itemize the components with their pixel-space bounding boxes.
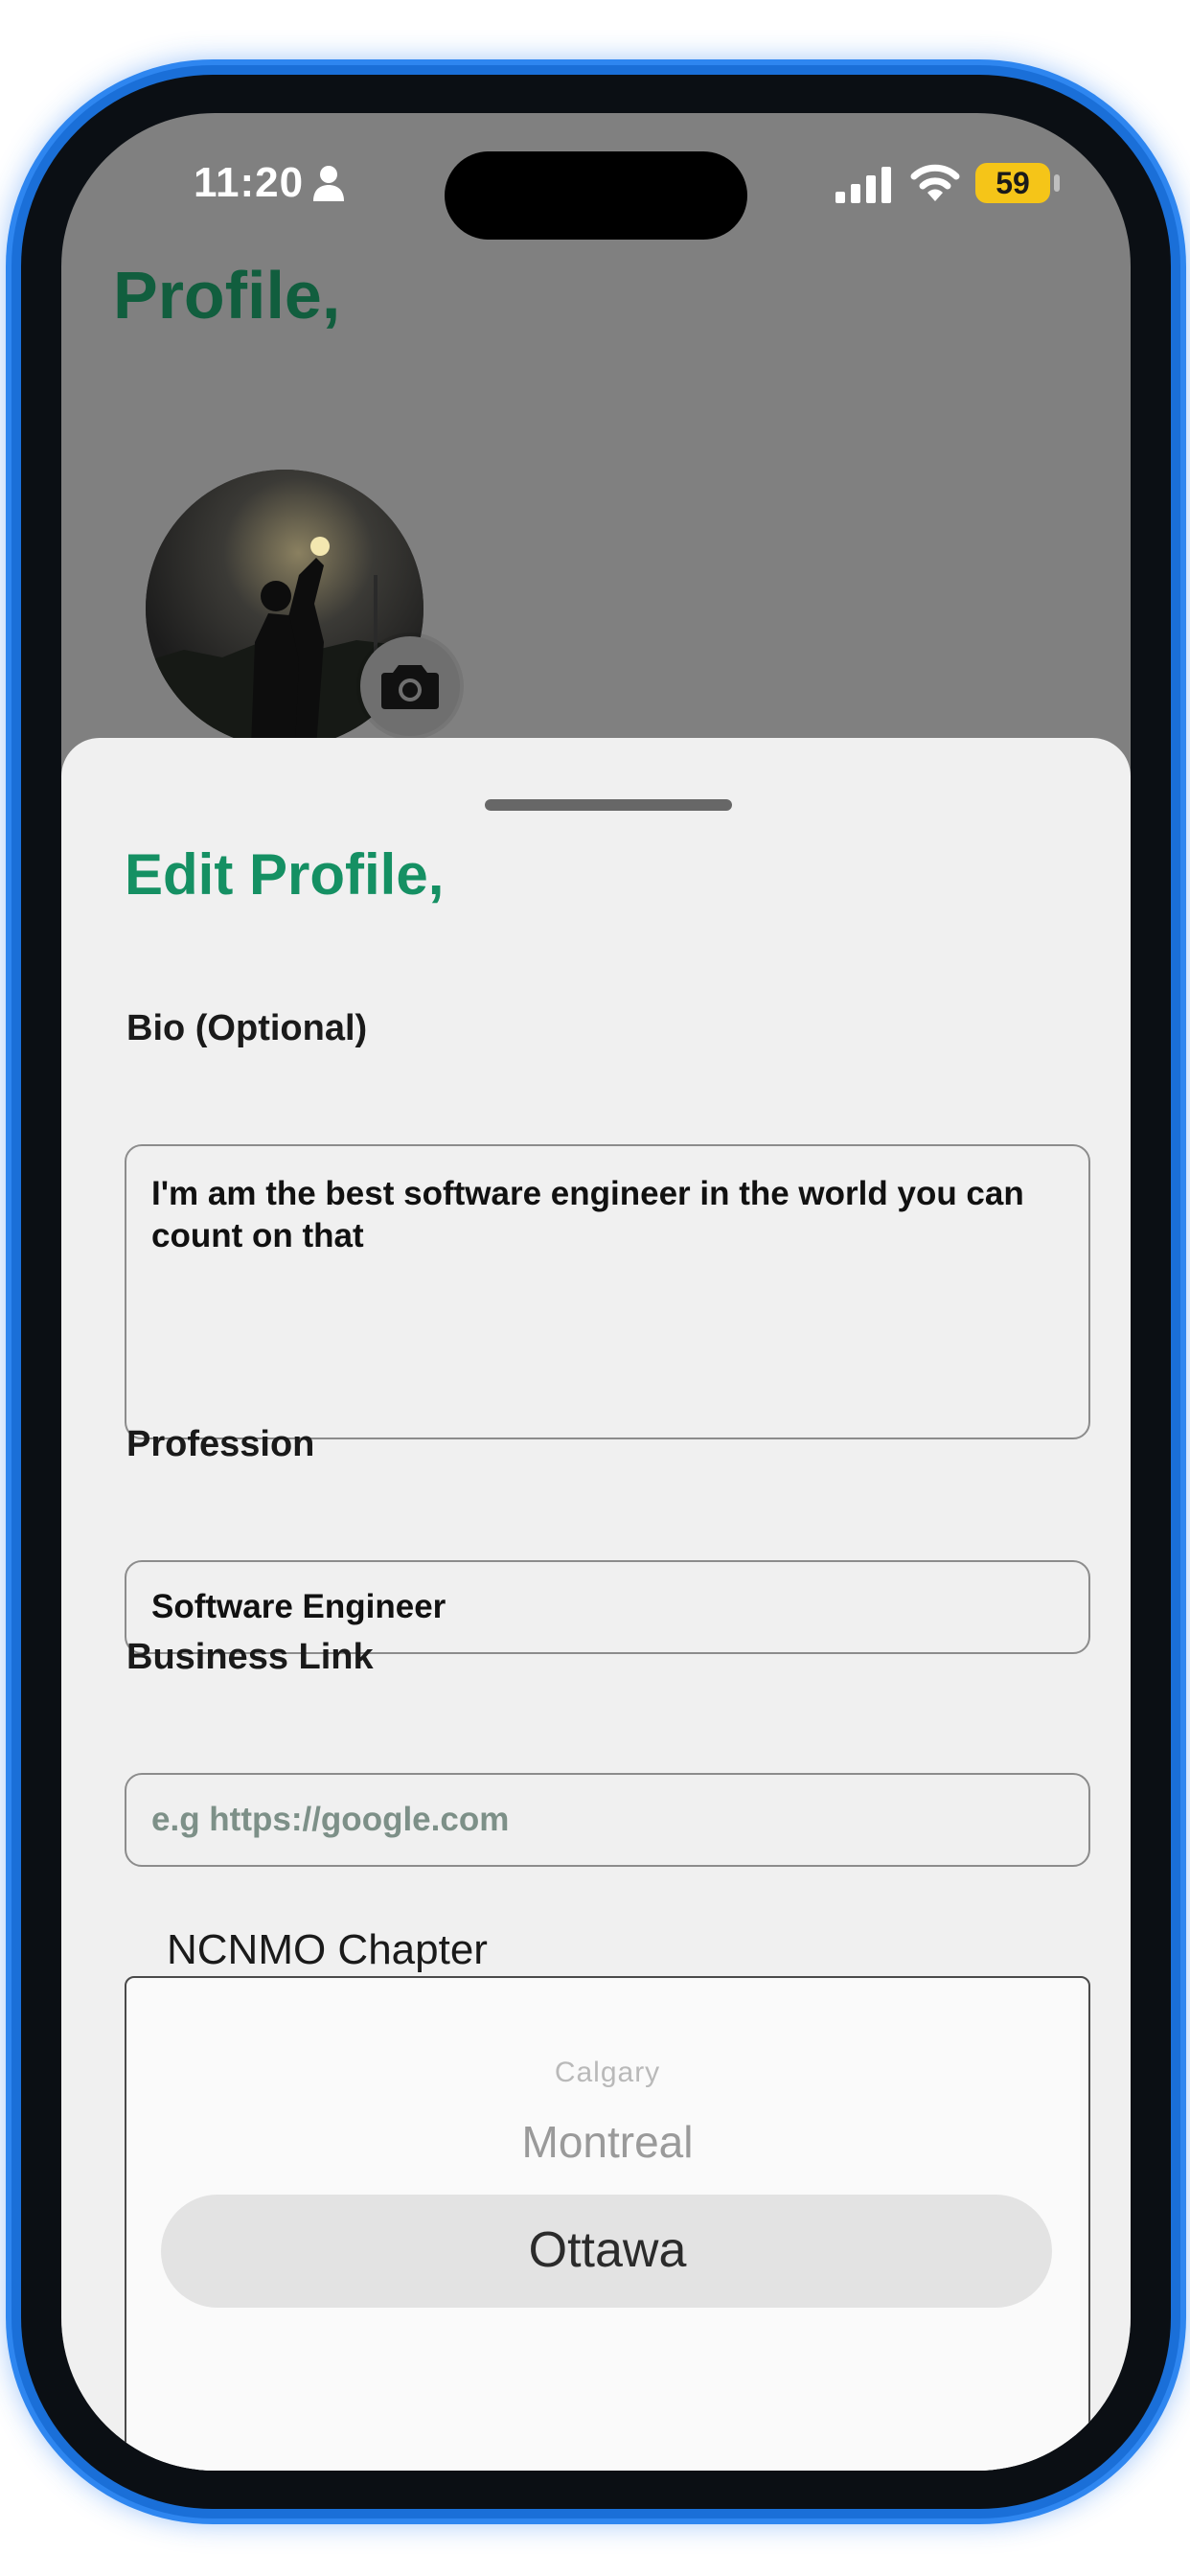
phone-screen: 11:20 59 Profile, Edit Profile, Bio (Opt…: [61, 113, 1131, 2471]
signal-icon: [835, 167, 891, 203]
status-bar: 11:20 59: [61, 113, 1131, 257]
chapter-label: NCNMO Chapter: [149, 1926, 505, 1974]
camera-icon: [381, 665, 439, 709]
page-title: Profile,: [113, 258, 341, 333]
wifi-icon: [910, 164, 960, 201]
business-link-label: Business Link: [126, 1637, 374, 1677]
battery-indicator: 59: [975, 163, 1050, 203]
bio-label: Bio (Optional): [126, 1008, 368, 1048]
edit-profile-sheet: Edit Profile, Bio (Optional) I'm am the …: [61, 738, 1131, 2471]
business-link-input[interactable]: e.g https://google.com: [125, 1773, 1090, 1867]
person-icon: [313, 166, 344, 201]
bio-textarea[interactable]: I'm am the best software engineer in the…: [125, 1144, 1090, 1439]
change-photo-button[interactable]: [360, 636, 460, 736]
battery-tip: [1054, 174, 1060, 192]
status-time: 11:20: [194, 159, 305, 206]
picker-option-montreal[interactable]: Montreal: [125, 2116, 1090, 2168]
picker-option-calgary[interactable]: Calgary: [125, 2057, 1090, 2089]
device-mockup: 11:20 59 Profile, Edit Profile, Bio (Opt…: [0, 0, 1190, 2576]
sheet-title: Edit Profile,: [125, 842, 445, 907]
sheet-grabber[interactable]: [485, 799, 732, 811]
picker-option-ottawa-selected[interactable]: Ottawa: [125, 2221, 1090, 2279]
dynamic-island: [445, 151, 747, 240]
profession-label: Profession: [126, 1424, 315, 1464]
